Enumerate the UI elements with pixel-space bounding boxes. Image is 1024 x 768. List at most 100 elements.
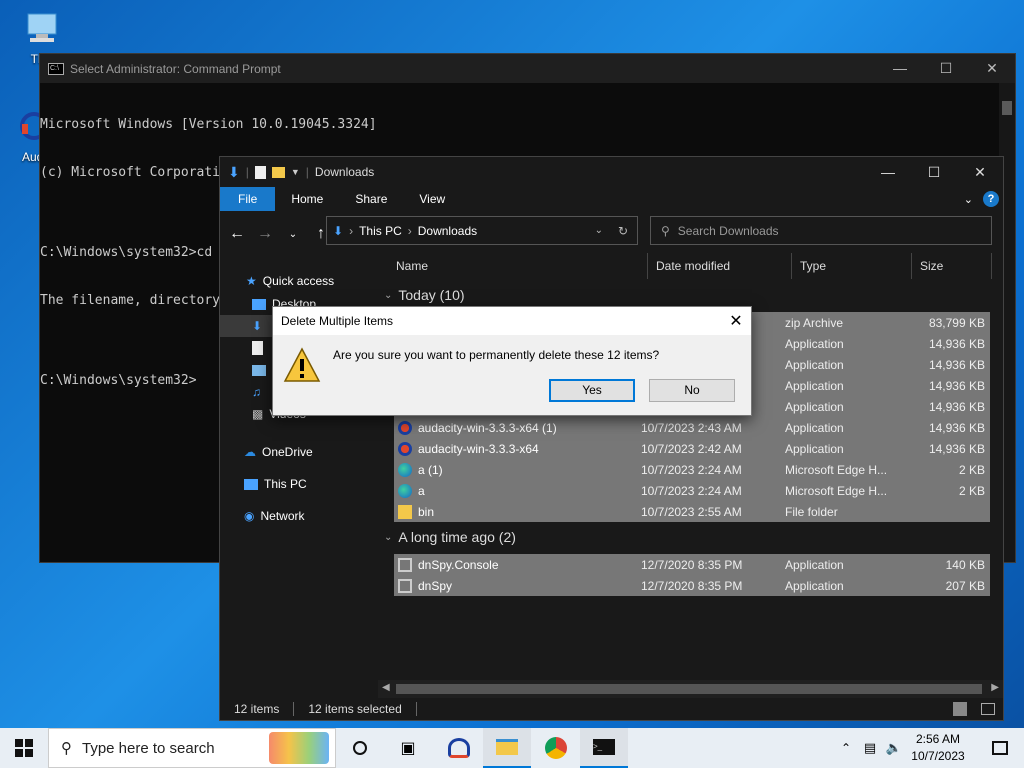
item-count: 12 items [234,702,280,716]
scroll-right-icon[interactable]: ▶ [991,682,999,693]
file-row[interactable]: a 10/7/2023 2:24 AM Microsoft Edge H... 2 K… [394,480,990,501]
sidebar-item-pictures[interactable] [252,359,266,381]
scroll-thumb[interactable] [396,684,982,694]
address-bar[interactable]: ⬇ › This PC › Downloads ⌄ ↻ [326,216,638,245]
taskbar-file-explorer[interactable] [483,728,531,768]
minimize-button[interactable]: — [877,60,923,77]
cmd-titlebar[interactable]: C:\ Select Administrator: Command Prompt… [40,54,1015,83]
file-date: 10/7/2023 2:24 AM [641,483,742,498]
sidebar-item-this-pc[interactable]: This PC [244,473,307,495]
yes-button[interactable]: Yes [549,379,635,402]
maximize-button[interactable]: ☐ [911,164,957,181]
file-size: 14,936 KB [928,357,985,372]
scroll-left-icon[interactable]: ◀ [382,682,390,693]
file-row[interactable]: bin 10/7/2023 2:55 AM File folder [394,501,990,522]
file-row[interactable]: a (1) 10/7/2023 2:24 AM Microsoft Edge H..… [394,459,990,480]
show-hidden-icons-button[interactable]: ⌃ [834,728,858,768]
dialog-titlebar[interactable]: Delete Multiple Items ✕ [273,307,751,335]
file-size: 14,936 KB [928,420,985,435]
delete-dialog[interactable]: Delete Multiple Items ✕ Are you sure you… [272,306,752,416]
windows-icon [15,739,33,757]
file-row[interactable]: audacity-win-3.3.3-x64 10/7/2023 2:42 AM A… [394,438,990,459]
file-name-cell: a [394,483,641,498]
search-input[interactable]: Search Downloads [678,224,779,238]
close-button[interactable]: ✕ [957,164,1003,181]
back-arrow-icon[interactable]: ← [228,225,246,243]
taskbar-audacity[interactable] [435,728,483,768]
download-arrow-icon: ⬇ [252,319,263,333]
network-tray-icon[interactable]: ▤ [858,728,882,768]
ribbon-tabs: File Home Share View ⌄ ? [220,187,1003,211]
sidebar-item-downloads[interactable]: ⬇ [220,315,280,337]
no-button[interactable]: No [649,379,735,402]
recent-chevron-icon[interactable]: ⌄ [284,229,302,240]
file-name-cell: dnSpy [394,578,641,593]
sidebar-item-documents[interactable] [252,337,263,359]
file-type: Application [785,557,844,572]
column-header-name[interactable]: Name [378,253,648,279]
refresh-icon[interactable]: ↻ [609,224,637,238]
action-center-button[interactable] [976,728,1024,768]
expand-ribbon-icon[interactable]: ⌄ [964,193,973,206]
customize-qa-icon[interactable]: ▼ [291,167,300,177]
folder-icon [496,739,518,755]
large-icons-view-icon[interactable] [981,703,995,715]
new-folder-icon[interactable] [271,166,285,178]
tab-share[interactable]: Share [339,187,403,211]
column-header-size[interactable]: Size [912,253,992,279]
file-name-cell: a (1) [394,462,641,477]
explorer-window[interactable]: ⬇ | ▼ | Downloads — ☐ ✕ File Home Share … [219,156,1004,721]
start-button[interactable] [0,728,48,768]
tab-file[interactable]: File [220,187,276,211]
search-box[interactable]: ⚲ Search Downloads [650,216,992,245]
task-view-button[interactable]: ▣ [384,728,432,768]
download-arrow-icon: ⬇ [228,163,240,180]
breadcrumb-this-pc[interactable]: This PC [359,224,402,238]
file-size: 2 KB [958,483,985,498]
sidebar-item-music[interactable]: ♫ [252,381,261,403]
group-header-long-ago[interactable]: ⌄ A long time ago (2) [384,529,516,545]
dialog-title: Delete Multiple Items [281,314,394,328]
clock[interactable]: 2:56 AM 10/7/2023 [906,731,970,765]
sidebar-item-onedrive[interactable]: ☁ OneDrive [244,441,313,463]
maximize-button[interactable]: ☐ [923,60,969,77]
column-header-date[interactable]: Date modified [648,253,792,279]
tab-home[interactable]: Home [275,187,339,211]
volume-muted-icon: 🔈 [885,740,903,755]
help-icon[interactable]: ? [983,191,999,207]
file-name-cell: dnSpy.Console [394,557,641,572]
taskbar-search[interactable]: ⚲ Type here to search [48,728,336,768]
music-icon: ♫ [252,385,261,399]
taskbar-chrome[interactable] [532,728,580,768]
file-row[interactable]: dnSpy.Console 12/7/2020 8:35 PM Applicatio… [394,554,990,575]
tab-view[interactable]: View [403,187,461,211]
scroll-thumb[interactable] [1002,101,1012,115]
search-input[interactable]: Type here to search [82,740,215,757]
forward-arrow-icon[interactable]: → [256,225,274,243]
close-button[interactable]: ✕ [969,60,1015,77]
explorer-titlebar[interactable]: ⬇ | ▼ | Downloads — ☐ ✕ [220,157,1003,187]
cortana-button[interactable] [336,728,384,768]
file-type: Application [785,378,844,393]
sidebar-item-quick-access[interactable]: ★ Quick access [246,270,334,292]
cmd-line: Microsoft Windows [Version 10.0.19045.33… [40,117,377,132]
close-icon[interactable]: ✕ [721,311,751,331]
breadcrumb-downloads[interactable]: Downloads [418,224,477,238]
details-view-icon[interactable] [953,702,967,716]
column-header-type[interactable]: Type [792,253,912,279]
group-header-today[interactable]: ⌄ Today (10) [384,287,465,303]
file-row[interactable]: audacity-win-3.3.3-x64 (1) 10/7/2023 2:43… [394,417,990,438]
volume-tray-icon[interactable]: 🔈 [882,728,906,768]
taskbar-cmd[interactable]: >_ [580,728,628,768]
file-row[interactable]: dnSpy 12/7/2020 8:35 PM Application 207 KB [394,575,990,596]
address-dropdown-icon[interactable]: ⌄ [595,225,603,236]
search-icon: ⚲ [661,223,670,238]
group-label: Today (10) [398,287,465,303]
minimize-button[interactable]: — [865,164,911,181]
horizontal-scrollbar[interactable]: ◀ ▶ [378,680,1003,698]
file-name: a [418,483,425,498]
sidebar-item-network[interactable]: ◉ Network [244,505,305,527]
file-type: Application [785,420,844,435]
properties-icon[interactable] [254,165,266,179]
file-size: 14,936 KB [928,441,985,456]
